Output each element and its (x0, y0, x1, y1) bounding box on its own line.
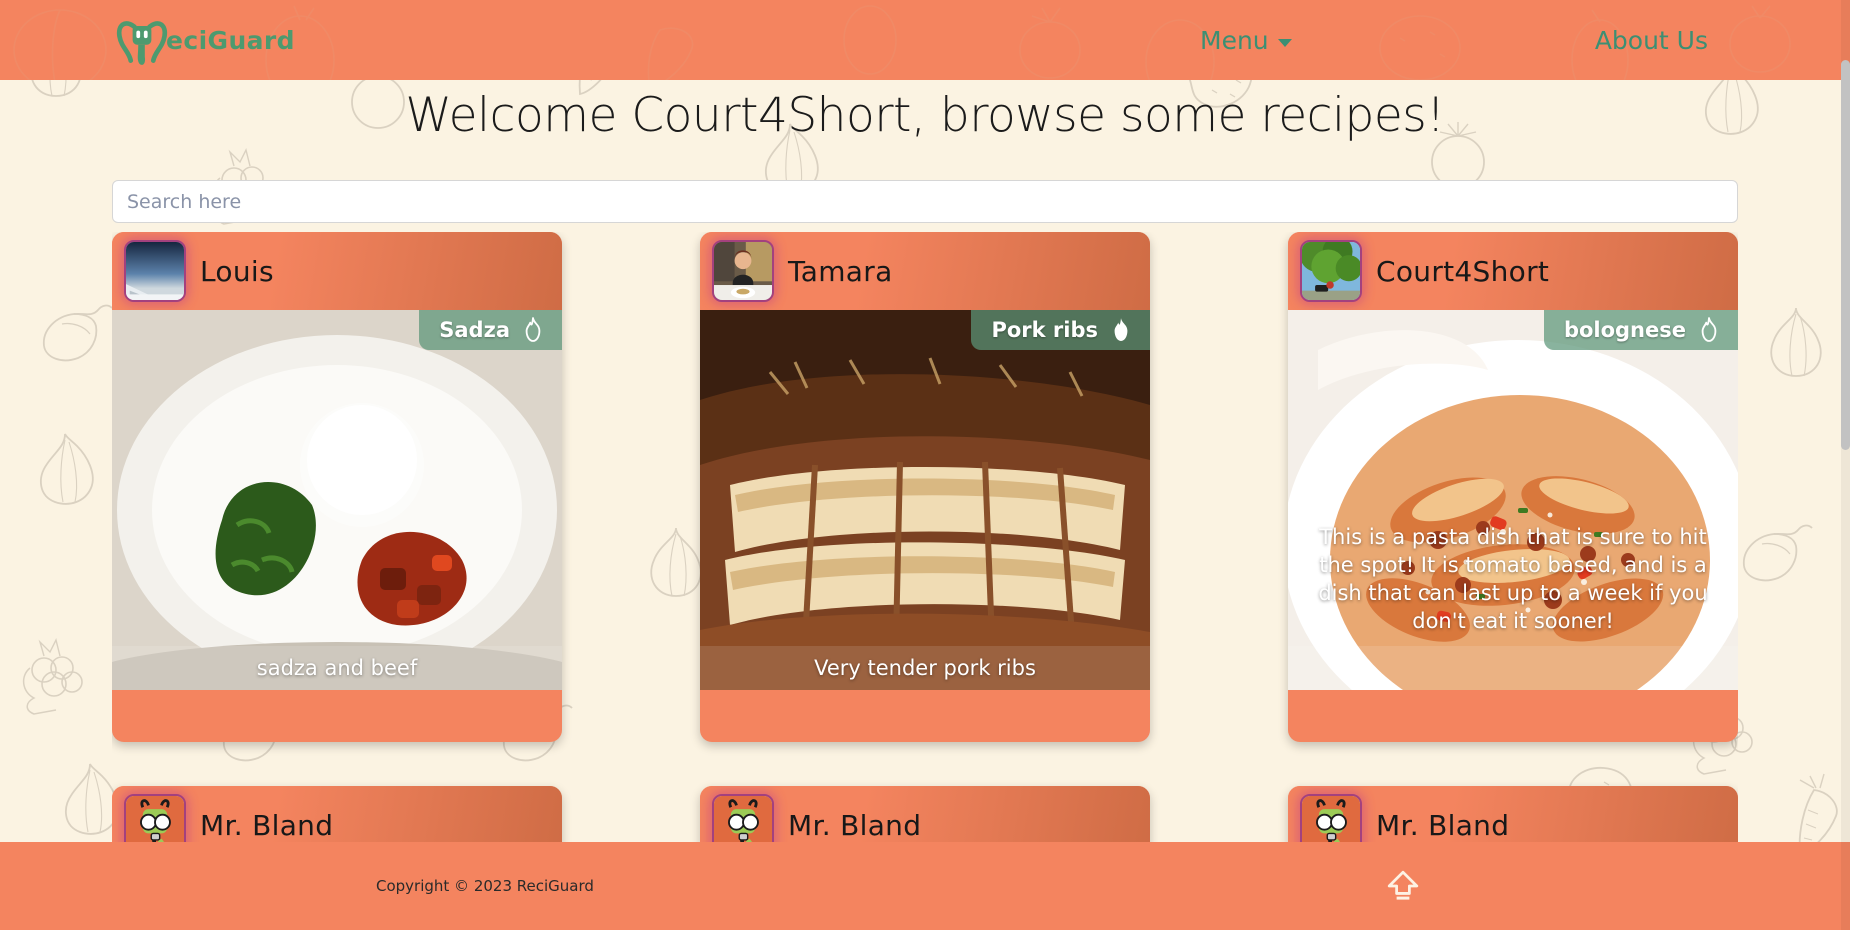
green-cartoon-character-avatar[interactable] (1300, 794, 1362, 842)
recipe-title: Pork ribs (991, 318, 1098, 342)
recipe-caption: sadza and beef (112, 646, 562, 690)
woman-at-table-photo-avatar[interactable] (712, 240, 774, 302)
flame-filled-icon (1114, 318, 1128, 341)
brand-name: eciGuard (166, 25, 295, 55)
card-author-name: Louis (200, 254, 274, 288)
nav-menu-dropdown[interactable]: Menu (1200, 26, 1292, 55)
airplane-wing-photo-avatar[interactable] (124, 240, 186, 302)
green-cartoon-character-avatar[interactable] (124, 794, 186, 842)
recipe-caption (1288, 646, 1738, 690)
card-header: Mr. Bland (1288, 786, 1738, 842)
flame-outline-icon (525, 317, 541, 342)
scrollbar-thumb[interactable] (1841, 60, 1850, 450)
card-header: Tamara (700, 232, 1150, 310)
nav-about-us-link[interactable]: About Us (1595, 26, 1708, 55)
card-media: Pork ribs Very tender pork ribs (700, 310, 1150, 690)
card-author-name: Court4Short (1376, 254, 1550, 288)
recipe-caption: Very tender pork ribs (700, 646, 1150, 690)
page-scrollbar[interactable] (1841, 0, 1850, 930)
top-navbar: eciGuard Menu About Us (0, 0, 1850, 80)
page-footer: Copyright © 2023 ReciGuard (0, 842, 1850, 930)
card-media: bolognese This is a pasta dish that is s… (1288, 310, 1738, 690)
card-author-name: Mr. Bland (788, 808, 922, 842)
flame-outline-icon (1701, 317, 1717, 342)
card-header: Court4Short (1288, 232, 1738, 310)
recipe-card[interactable]: Tamara Pork ribs Very tender pork ribs (700, 232, 1150, 742)
recipe-card[interactable]: Mr. Bland (700, 786, 1150, 842)
card-header: Mr. Bland (112, 786, 562, 842)
recipe-card[interactable]: Mr. Bland (1288, 786, 1738, 842)
recipe-title-badge: bolognese (1543, 310, 1738, 350)
brand-logo[interactable]: eciGuard (112, 10, 295, 70)
recipe-card[interactable]: Court4Short bolognese This is a pasta di… (1288, 232, 1738, 742)
recipe-title: bolognese (1563, 318, 1686, 342)
recipe-title-badge: Pork ribs (971, 310, 1150, 350)
nav-menu-label: Menu (1200, 25, 1269, 55)
chevron-down-icon (1277, 38, 1292, 47)
elephant-mascot-icon (116, 21, 168, 65)
arrow-up-to-top-icon (1387, 870, 1419, 900)
card-header: Louis (112, 232, 562, 310)
search-input[interactable] (112, 180, 1738, 223)
card-author-name: Mr. Bland (1376, 808, 1510, 842)
card-author-name: Mr. Bland (200, 808, 334, 842)
nav-about-label: About Us (1594, 25, 1708, 55)
page-title: Welcome Court4Short, browse some recipes… (405, 88, 1445, 143)
recipe-title-badge: Sadza (419, 310, 562, 350)
recipe-card[interactable]: Mr. Bland (112, 786, 562, 842)
copyright-text: Copyright © 2023 ReciGuard (376, 877, 594, 895)
recipe-card[interactable]: Louis Sadza sadza and beef (112, 232, 562, 742)
roasted-pork-ribs-photo (700, 310, 1150, 690)
recipe-card-grid: Louis Sadza sadza and beef Tamara Pork r… (112, 232, 1738, 842)
recipe-title: Sadza (439, 318, 510, 342)
green-cartoon-character-avatar[interactable] (712, 794, 774, 842)
recipe-description: This is a pasta dish that is sure to hit… (1318, 525, 1708, 634)
search-bar (112, 180, 1738, 223)
trees-photo-avatar[interactable] (1300, 240, 1362, 302)
sadza-and-beef-photo (112, 310, 562, 690)
card-header: Mr. Bland (700, 786, 1150, 842)
card-author-name: Tamara (788, 254, 893, 288)
card-media: Sadza sadza and beef (112, 310, 562, 690)
scroll-to-top-button[interactable] (1386, 869, 1420, 903)
